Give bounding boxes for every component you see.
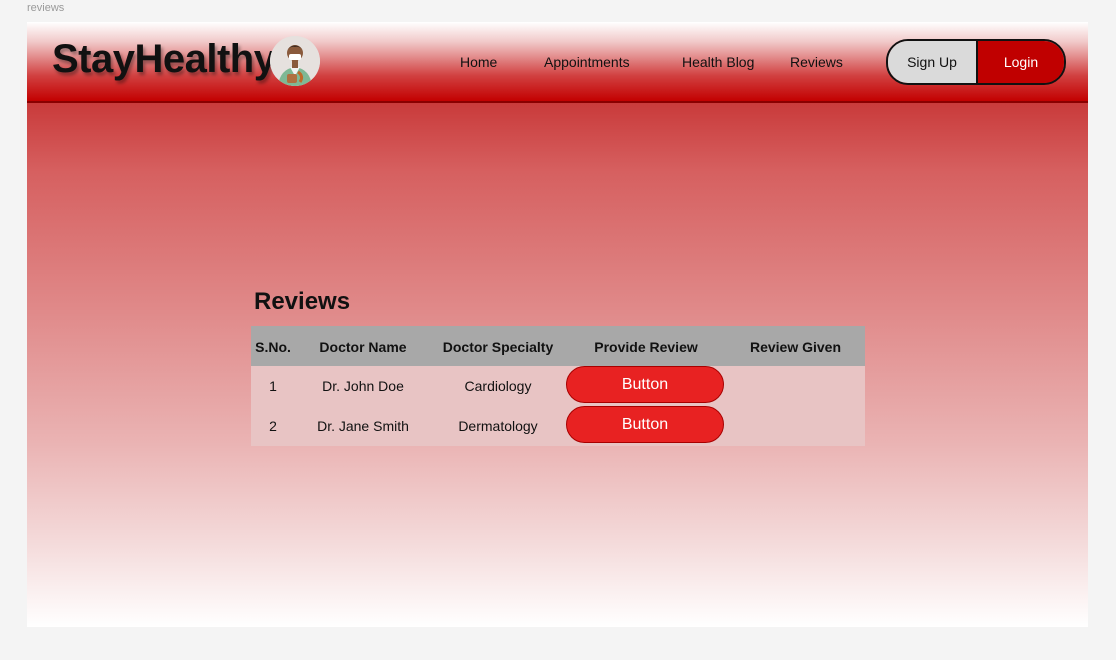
login-button[interactable]: Login bbox=[978, 41, 1064, 83]
row2-doctor-name: Dr. Jane Smith bbox=[317, 418, 409, 434]
navbar: StayHealthy Home Appointments Health Blo… bbox=[27, 22, 1088, 103]
auth-button-group: Sign Up Login bbox=[886, 39, 1066, 85]
header-doctor-specialty: Doctor Specialty bbox=[442, 339, 554, 355]
table-header-row: S.No. Doctor Name Doctor Specialty Provi… bbox=[251, 326, 865, 366]
nav-home-link[interactable]: Home bbox=[460, 54, 497, 70]
table-body: 1 Dr. John Doe Cardiology Button 2 Dr. J… bbox=[251, 366, 865, 446]
app-frame: StayHealthy Home Appointments Health Blo… bbox=[27, 22, 1088, 627]
header-provide-review: Provide Review bbox=[594, 339, 698, 355]
row1-doctor-name: Dr. John Doe bbox=[322, 378, 404, 394]
reviews-table: S.No. Doctor Name Doctor Specialty Provi… bbox=[251, 326, 865, 446]
row2-specialty: Dermatology bbox=[458, 418, 538, 434]
nav-health-blog-link[interactable]: Health Blog bbox=[682, 54, 754, 70]
row2-provide-review-button[interactable]: Button bbox=[566, 406, 724, 443]
header-doctor-name: Doctor Name bbox=[319, 339, 407, 355]
doctor-avatar-icon[interactable] bbox=[270, 36, 320, 86]
row1-specialty: Cardiology bbox=[464, 378, 532, 394]
row1-provide-review-button[interactable]: Button bbox=[566, 366, 724, 403]
page-title: Reviews bbox=[254, 288, 351, 315]
row2-sno: 2 bbox=[269, 418, 277, 434]
row1-sno: 1 bbox=[269, 378, 277, 394]
frame-label: reviews bbox=[27, 2, 65, 14]
brand-logo-text[interactable]: StayHealthy bbox=[52, 37, 276, 82]
nav-reviews-link[interactable]: Reviews bbox=[790, 54, 843, 70]
nav-appointments-link[interactable]: Appointments bbox=[544, 54, 630, 70]
header-review-given: Review Given bbox=[749, 339, 842, 355]
header-sno: S.No. bbox=[255, 339, 291, 355]
sign-up-button[interactable]: Sign Up bbox=[888, 41, 978, 83]
